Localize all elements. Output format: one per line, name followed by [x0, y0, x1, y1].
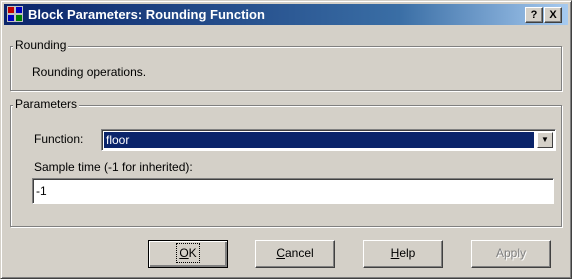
- function-label: Function:: [34, 132, 84, 146]
- simulink-icon: [7, 6, 23, 22]
- function-dropdown[interactable]: floor ▼: [101, 129, 556, 151]
- block-parameters-dialog: Block Parameters: Rounding Function ? X …: [0, 0, 572, 279]
- apply-button[interactable]: Apply: [471, 240, 551, 268]
- sample-time-label: Sample time (-1 for inherited):: [34, 160, 193, 174]
- rounding-description: Rounding operations.: [32, 65, 147, 79]
- rounding-group-label: Rounding: [13, 38, 69, 52]
- title-bar[interactable]: Block Parameters: Rounding Function ? X: [4, 4, 568, 25]
- cancel-button[interactable]: Cancel: [255, 240, 335, 268]
- close-icon[interactable]: X: [544, 7, 562, 23]
- parameters-group-label: Parameters: [13, 97, 80, 111]
- help-button-label: Help: [390, 246, 416, 260]
- cancel-button-label: Cancel: [276, 246, 314, 260]
- window-title: Block Parameters: Rounding Function: [28, 7, 265, 22]
- sample-time-input[interactable]: [32, 178, 554, 204]
- help-icon[interactable]: ?: [525, 7, 543, 23]
- function-selected-value: floor: [104, 132, 534, 148]
- chevron-down-icon[interactable]: ▼: [537, 132, 553, 148]
- ok-button-label: OK: [176, 243, 200, 263]
- ok-button[interactable]: OK: [148, 240, 228, 268]
- help-button[interactable]: Help: [363, 240, 443, 268]
